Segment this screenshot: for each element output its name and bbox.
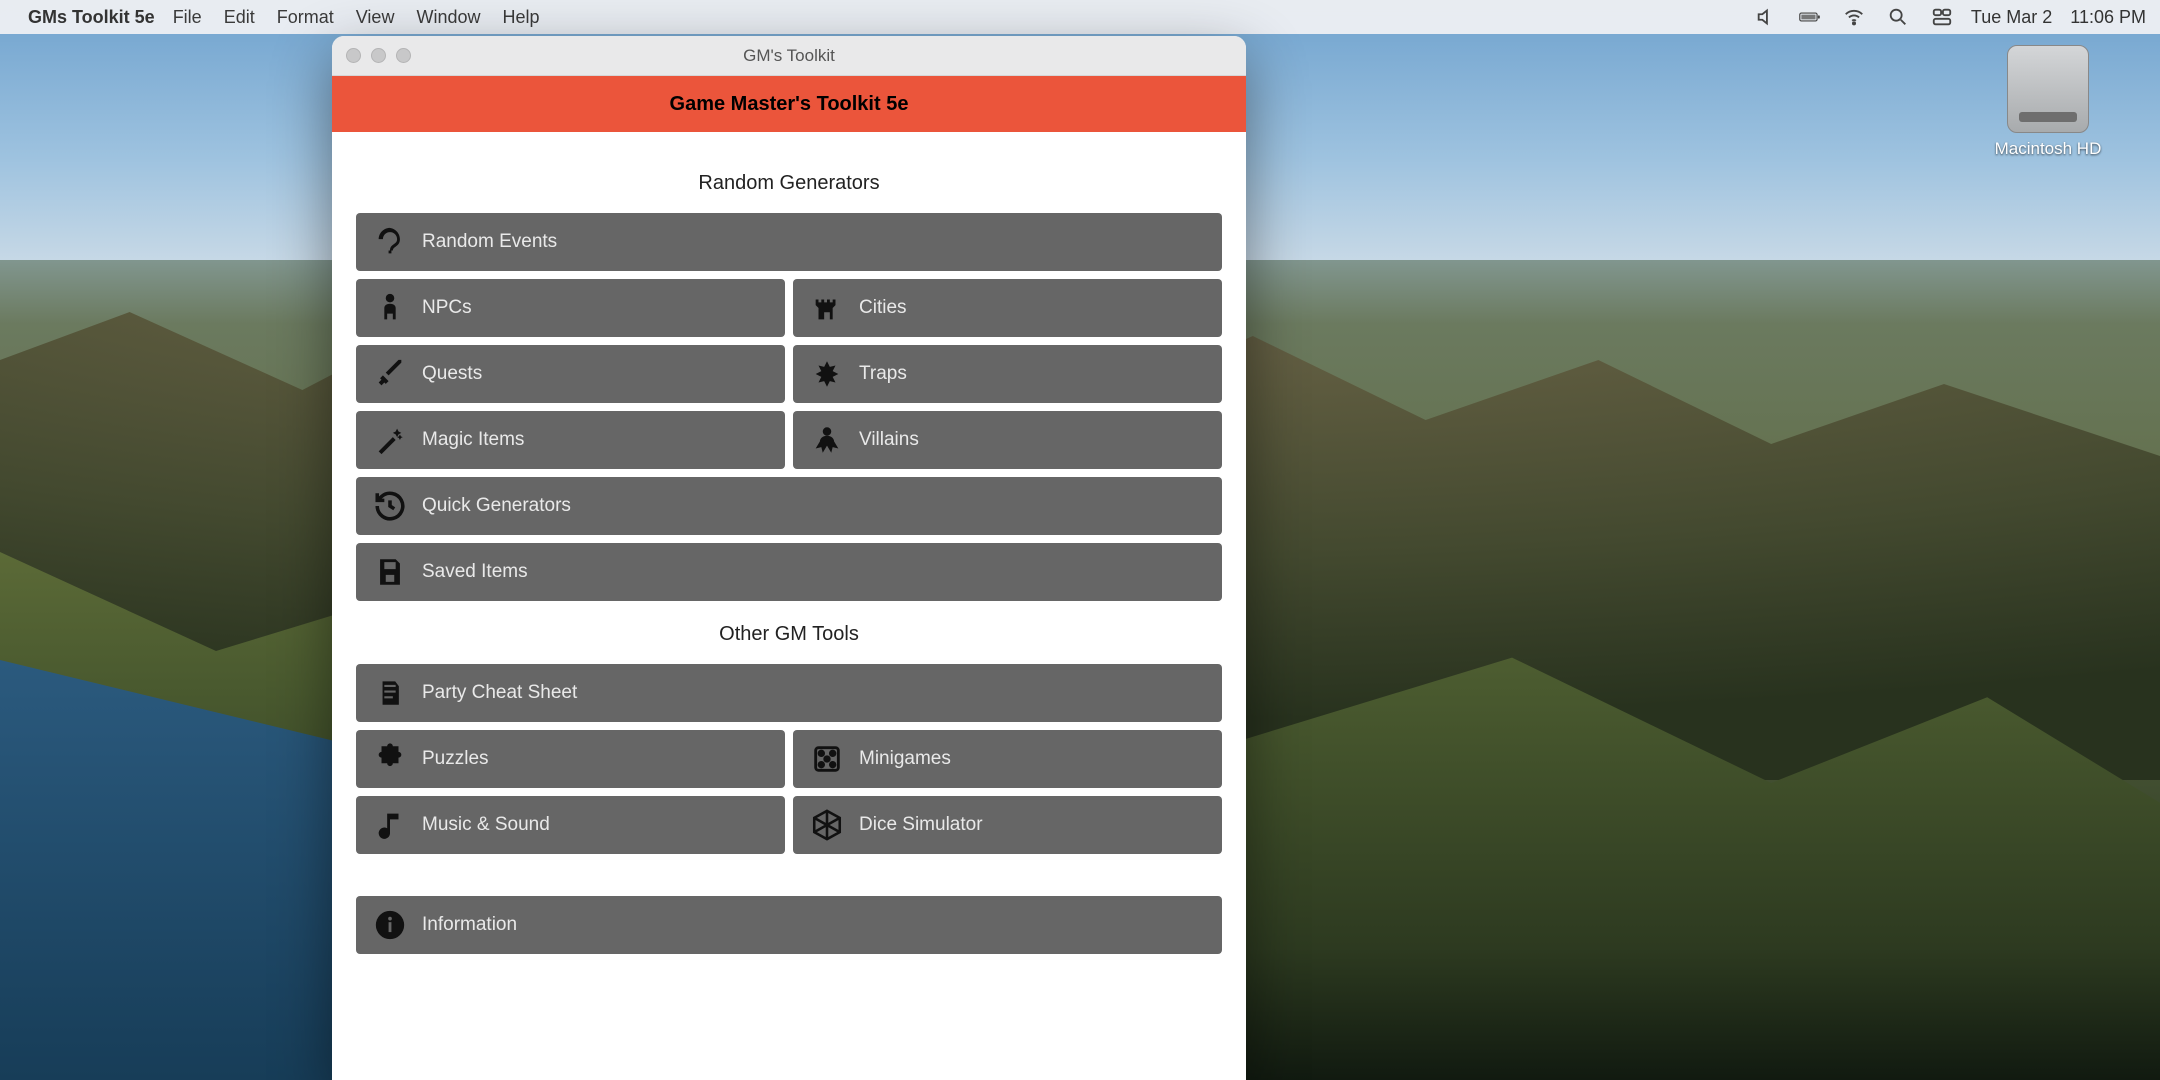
menu-edit[interactable]: Edit bbox=[224, 7, 255, 28]
section-title-generators: Random Generators bbox=[356, 172, 1222, 195]
menu-help[interactable]: Help bbox=[502, 7, 539, 28]
spike-trap-icon bbox=[807, 354, 847, 394]
tile-npcs[interactable]: NPCs bbox=[356, 279, 785, 337]
tile-villains[interactable]: Villains bbox=[793, 411, 1222, 469]
tile-traps[interactable]: Traps bbox=[793, 345, 1222, 403]
menu-window[interactable]: Window bbox=[416, 7, 480, 28]
window-titlebar[interactable]: GM's Toolkit bbox=[332, 36, 1246, 76]
magic-wand-icon bbox=[370, 420, 410, 460]
window-zoom-button[interactable] bbox=[396, 48, 411, 63]
castle-icon bbox=[807, 288, 847, 328]
hard-drive-icon bbox=[2007, 45, 2089, 133]
tile-minigames[interactable]: Minigames bbox=[793, 730, 1222, 788]
tile-cities[interactable]: Cities bbox=[793, 279, 1222, 337]
tile-quick-generators[interactable]: Quick Generators bbox=[356, 477, 1222, 535]
menubar-time[interactable]: 11:06 PM bbox=[2070, 7, 2146, 28]
sword-icon bbox=[370, 354, 410, 394]
dice-square-icon bbox=[807, 739, 847, 779]
tile-party-cheat-sheet[interactable]: Party Cheat Sheet bbox=[356, 664, 1222, 722]
music-note-icon bbox=[370, 805, 410, 845]
wifi-icon[interactable] bbox=[1843, 6, 1865, 28]
tile-label: Quick Generators bbox=[422, 495, 571, 517]
save-floppy-icon bbox=[370, 552, 410, 592]
tile-label: NPCs bbox=[422, 297, 472, 319]
desktop-drive-macintosh-hd[interactable]: Macintosh HD bbox=[1988, 45, 2108, 159]
d20-dice-icon bbox=[807, 805, 847, 845]
tile-quests[interactable]: Quests bbox=[356, 345, 785, 403]
tile-magic-items[interactable]: Magic Items bbox=[356, 411, 785, 469]
puzzle-piece-icon bbox=[370, 739, 410, 779]
tile-music-sound[interactable]: Music & Sound bbox=[356, 796, 785, 854]
tile-label: Puzzles bbox=[422, 748, 489, 770]
tile-label: Magic Items bbox=[422, 429, 524, 451]
menu-format[interactable]: Format bbox=[277, 7, 334, 28]
tile-label: Quests bbox=[422, 363, 482, 385]
tile-puzzles[interactable]: Puzzles bbox=[356, 730, 785, 788]
app-window: GM's Toolkit Game Master's Toolkit 5e Ra… bbox=[332, 36, 1246, 1080]
section-title-tools: Other GM Tools bbox=[356, 623, 1222, 646]
volume-icon[interactable] bbox=[1755, 6, 1777, 28]
tile-label: Music & Sound bbox=[422, 814, 550, 836]
person-icon bbox=[370, 288, 410, 328]
menu-file[interactable]: File bbox=[173, 7, 202, 28]
tile-label: Traps bbox=[859, 363, 907, 385]
app-banner: Game Master's Toolkit 5e bbox=[332, 76, 1246, 132]
battery-icon[interactable] bbox=[1799, 6, 1821, 28]
tile-label: Villains bbox=[859, 429, 919, 451]
tile-label: Random Events bbox=[422, 231, 557, 253]
menubar-date[interactable]: Tue Mar 2 bbox=[1971, 7, 2052, 28]
macos-menubar: GMs Toolkit 5e File Edit Format View Win… bbox=[0, 0, 2160, 34]
control-center-icon[interactable] bbox=[1931, 6, 1953, 28]
question-mark-icon bbox=[370, 222, 410, 262]
tile-label: Dice Simulator bbox=[859, 814, 983, 836]
tile-random-events[interactable]: Random Events bbox=[356, 213, 1222, 271]
scroll-document-icon bbox=[370, 673, 410, 713]
tile-label: Information bbox=[422, 914, 517, 936]
info-icon bbox=[370, 905, 410, 945]
tile-dice-simulator[interactable]: Dice Simulator bbox=[793, 796, 1222, 854]
window-close-button[interactable] bbox=[346, 48, 361, 63]
tile-label: Saved Items bbox=[422, 561, 528, 583]
desktop-drive-label: Macintosh HD bbox=[1988, 139, 2108, 159]
history-clock-icon bbox=[370, 486, 410, 526]
window-minimize-button[interactable] bbox=[371, 48, 386, 63]
tile-saved-items[interactable]: Saved Items bbox=[356, 543, 1222, 601]
spotlight-search-icon[interactable] bbox=[1887, 6, 1909, 28]
menubar-app-name[interactable]: GMs Toolkit 5e bbox=[28, 7, 155, 28]
tile-label: Party Cheat Sheet bbox=[422, 682, 577, 704]
menu-view[interactable]: View bbox=[356, 7, 395, 28]
villain-icon bbox=[807, 420, 847, 460]
window-title: GM's Toolkit bbox=[743, 46, 835, 66]
tile-label: Minigames bbox=[859, 748, 951, 770]
tile-label: Cities bbox=[859, 297, 907, 319]
tile-information[interactable]: Information bbox=[356, 896, 1222, 954]
